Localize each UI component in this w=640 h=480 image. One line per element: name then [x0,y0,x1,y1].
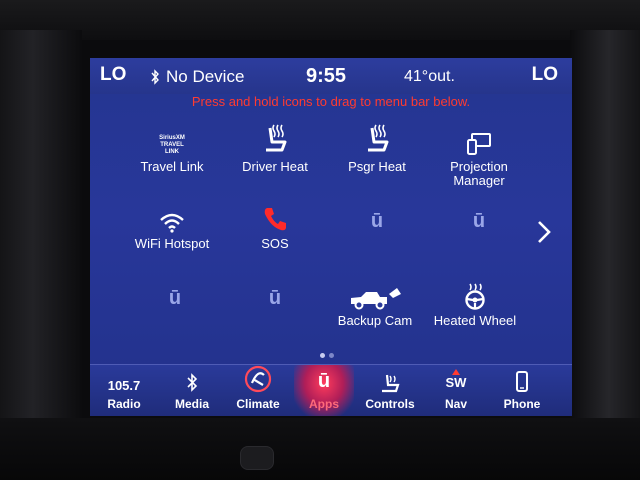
wifi-icon [117,193,227,233]
menu-phone[interactable]: Phone [492,365,552,416]
menu-label: Apps [309,397,339,411]
app-label: Heated Wheel [433,313,517,328]
app-slot-empty[interactable]: ū [424,193,534,233]
app-slot-empty[interactable]: ū [120,270,230,310]
radio-frequency: 105.7 [107,378,141,393]
chevron-right-icon[interactable] [534,218,554,246]
menu-label: Controls [365,397,415,411]
infotainment-screen: LO No Device 9:55 41°out. LO Press and h… [90,58,572,416]
page-dot-active [320,353,325,358]
uconnect-apps-icon: ū [317,370,331,392]
menu-label: Phone [503,397,541,411]
app-travel-link[interactable]: SiriusXM TRAVEL LINK Travel Link [117,116,227,174]
app-wifi-hotspot[interactable]: WiFi Hotspot [117,193,227,251]
heated-seat-icon [322,116,432,156]
backup-camera-icon [320,270,430,310]
page-dot [329,353,334,358]
app-heated-wheel[interactable]: Heated Wheel [420,270,530,328]
compass-icon: SW [426,365,486,393]
menu-apps[interactable]: ū Apps [294,365,354,416]
app-projection-manager[interactable]: Projection Manager [424,116,534,188]
compass-heading: SW [445,374,467,390]
device-status: No Device [166,67,245,86]
app-driver-heat[interactable]: Driver Heat [220,116,330,174]
menu-bar: 105.7 Radio Media Climate ū Apps Control… [90,364,572,416]
phone-handset-icon [220,193,330,233]
uconnect-placeholder-icon: ū [472,210,486,232]
page-indicator [318,345,336,363]
uconnect-placeholder-icon: ū [268,287,282,309]
uconnect-placeholder-icon: ū [370,210,384,232]
app-label: WiFi Hotspot [134,236,210,251]
bluetooth-icon [162,365,222,393]
menu-climate[interactable]: Climate [228,365,288,416]
driver-temp[interactable]: LO [100,64,126,86]
app-backup-cam[interactable]: Backup Cam [320,270,430,328]
uconnect-placeholder-icon: ū [168,287,182,309]
app-psgr-heat[interactable]: Psgr Heat [322,116,432,174]
heated-wheel-icon [420,270,530,310]
menu-media[interactable]: Media [162,365,222,416]
app-label: Projection Manager [450,159,508,188]
app-slot-empty[interactable]: ū [220,270,330,310]
heated-seat-icon [220,116,330,156]
status-bar: LO No Device 9:55 41°out. LO [90,58,572,94]
dash-knob [240,446,274,470]
app-sos[interactable]: SOS [220,193,330,251]
siriusxm-travel-link-icon: SiriusXM TRAVEL LINK [159,135,185,155]
climate-icon [228,365,288,393]
app-label: SOS [261,236,289,251]
bezel-left [0,30,82,450]
smartphone-icon [492,365,552,393]
menu-radio[interactable]: 105.7 Radio [94,365,154,416]
bezel-top [0,0,640,40]
menu-controls[interactable]: Controls [360,365,420,416]
outside-temp: 41°out. [404,68,455,85]
menu-label: Nav [444,397,467,411]
app-label: Travel Link [140,159,204,174]
menu-label: Radio [107,397,141,411]
drag-hint: Press and hold icons to drag to menu bar… [191,94,471,109]
menu-nav[interactable]: SW Nav [426,365,486,416]
app-slot-empty[interactable]: ū [322,193,432,233]
menu-label: Climate [236,397,280,411]
app-label: Backup Cam [337,313,413,328]
passenger-temp[interactable]: LO [532,64,558,86]
app-label: Psgr Heat [348,159,406,174]
bluetooth-icon [151,69,159,85]
controls-icon [360,365,420,393]
bezel-right [570,30,640,450]
menu-label: Media [174,397,209,411]
app-label: Driver Heat [242,159,308,174]
bezel-bottom [0,418,640,480]
projection-manager-icon [424,116,534,156]
clock: 9:55 [306,65,347,87]
